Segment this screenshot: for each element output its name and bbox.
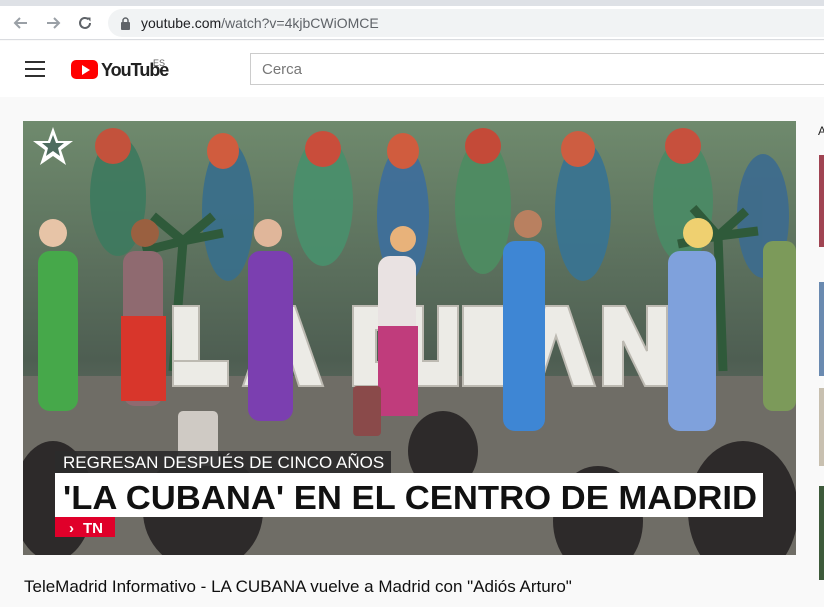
- youtube-header: YouTube ES Cerca: [0, 41, 824, 97]
- logo-country-code: ES: [153, 58, 166, 68]
- lock-icon: [120, 17, 131, 35]
- video-player[interactable]: REGRESAN DESPUÉS DE CINCO AÑOS 'LA CUBAN…: [23, 121, 796, 555]
- browser-toolbar: youtube.com/watch?v=4kjbCWiOMCE: [0, 6, 824, 40]
- search-input[interactable]: Cerca: [250, 53, 824, 85]
- overlay-channel-badge: ›: [69, 520, 74, 537]
- sidebar-thumbnail[interactable]: [819, 486, 824, 580]
- youtube-play-icon: [71, 60, 98, 79]
- sidebar-heading-fragment: A: [818, 124, 824, 138]
- overlay-headline: 'LA CUBANA' EN EL CENTRO DE MADRID: [63, 479, 757, 516]
- overlay-channel-text: TN: [83, 520, 103, 537]
- address-bar[interactable]: youtube.com/watch?v=4kjbCWiOMCE: [108, 9, 824, 37]
- search-placeholder: Cerca: [262, 61, 303, 78]
- menu-icon[interactable]: [25, 61, 45, 77]
- video-frame: REGRESAN DESPUÉS DE CINCO AÑOS 'LA CUBAN…: [23, 121, 796, 555]
- sidebar-thumbnail[interactable]: [819, 155, 824, 247]
- video-title: TeleMadrid Informativo - LA CUBANA vuelv…: [24, 577, 572, 596]
- url-text: youtube.com/watch?v=4kjbCWiOMCE: [141, 15, 379, 31]
- url-path: /watch?v=4kjbCWiOMCE: [221, 15, 379, 31]
- overlay-kicker: REGRESAN DESPUÉS DE CINCO AÑOS: [63, 453, 384, 472]
- forward-arrow-icon[interactable]: [44, 14, 62, 32]
- sidebar-thumbnail[interactable]: [819, 282, 824, 376]
- url-host: youtube.com: [141, 15, 222, 31]
- back-arrow-icon[interactable]: [12, 14, 30, 32]
- reload-icon[interactable]: [76, 14, 94, 32]
- sidebar-thumbnail[interactable]: [819, 388, 824, 466]
